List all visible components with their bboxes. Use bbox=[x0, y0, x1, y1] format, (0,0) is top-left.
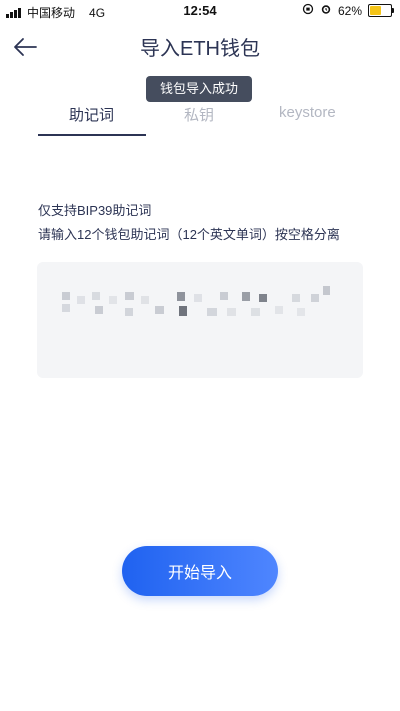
tab-private-key[interactable]: 私钥 bbox=[184, 104, 214, 125]
battery-icon bbox=[368, 4, 394, 17]
mnemonic-instruction: 请输入12个钱包助记词（12个英文单词）按空格分离 bbox=[38, 227, 340, 242]
orientation-lock-icon bbox=[302, 3, 314, 18]
start-import-button[interactable]: 开始导入 bbox=[122, 546, 278, 596]
active-tab-indicator bbox=[38, 134, 146, 136]
tab-mnemonic[interactable]: 助记词 bbox=[69, 104, 114, 125]
bip39-note: 仅支持BIP39助记词 bbox=[38, 203, 152, 218]
import-tabs: 助记词 私钥 keystore bbox=[38, 104, 364, 138]
page-title: 导入ETH钱包 bbox=[140, 38, 260, 60]
alarm-icon bbox=[320, 3, 332, 18]
status-right: 62% bbox=[302, 3, 394, 18]
status-bar: 中国移动 4G 12:54 62% bbox=[0, 0, 400, 22]
tab-keystore[interactable]: keystore bbox=[279, 104, 336, 121]
toast-message: 钱包导入成功 bbox=[146, 76, 252, 102]
mnemonic-input[interactable] bbox=[37, 262, 363, 378]
battery-percent: 62% bbox=[337, 3, 362, 18]
